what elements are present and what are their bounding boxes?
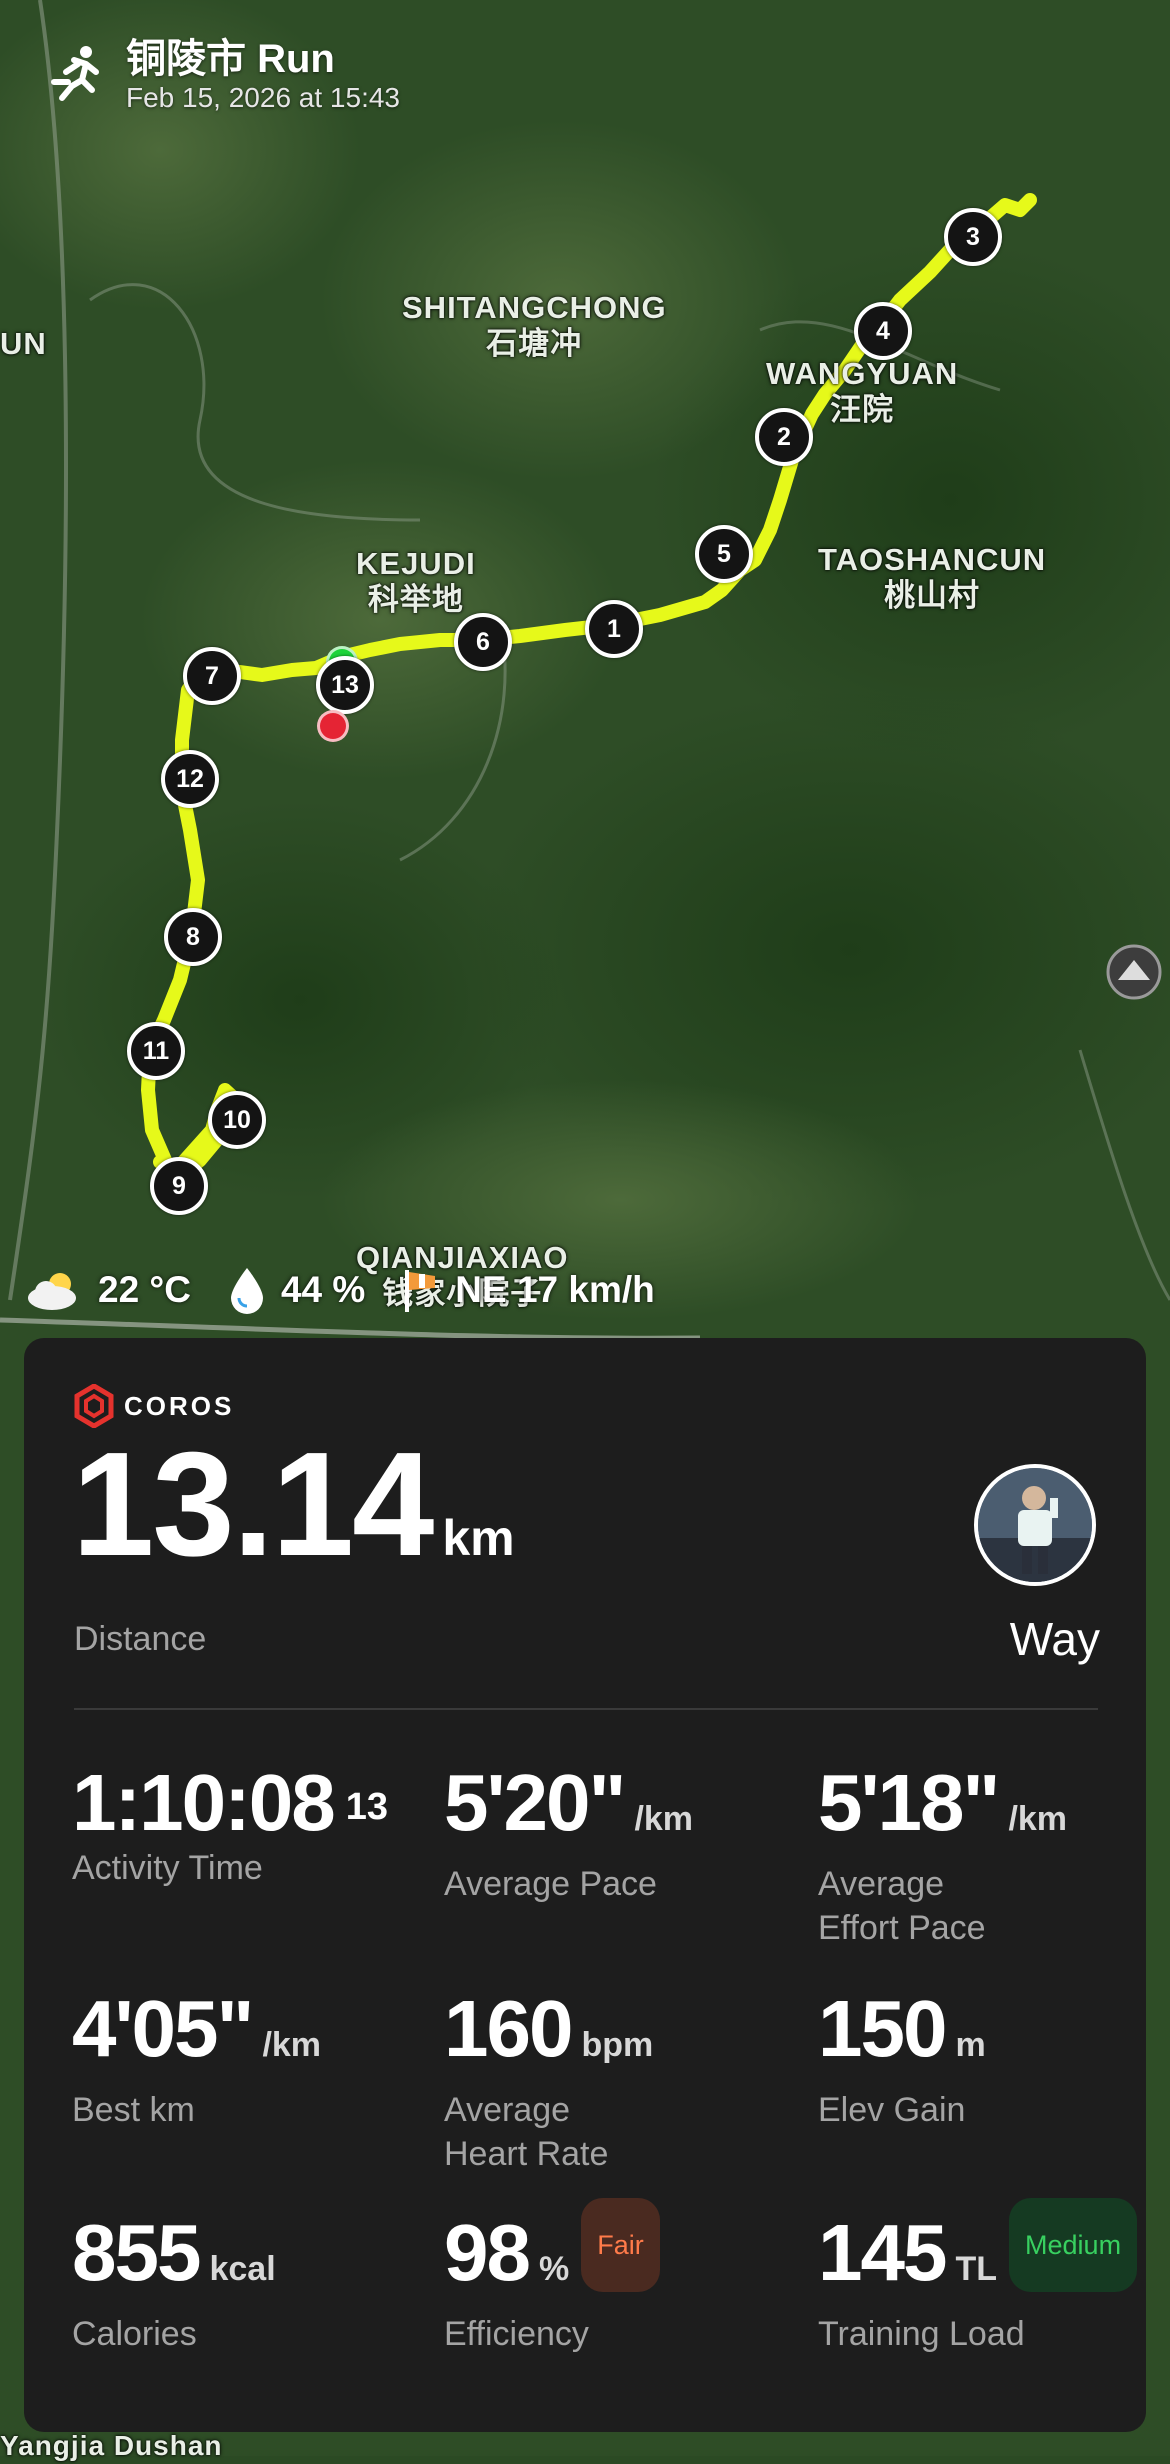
efficiency-badge: Fair bbox=[581, 2197, 660, 2292]
km-marker-1[interactable]: 1 bbox=[585, 600, 643, 658]
km-marker-13[interactable]: 13 bbox=[316, 656, 374, 714]
activity-time-label: Activity Time bbox=[72, 1849, 263, 1887]
map-label-taoshancun: TAOSHANCUN 桃山村 bbox=[818, 542, 1047, 613]
heart-rate-label: Average Heart Rate bbox=[444, 2091, 609, 2173]
weather-bar: 22 °C 44 % NE 17 km/h bbox=[24, 1262, 691, 1318]
stat-heart-rate: 160 bpm Average Heart Rate bbox=[444, 1986, 804, 2176]
effort-pace-label: Average Effort Pace bbox=[818, 1865, 986, 1947]
km-marker-3[interactable]: 3 bbox=[944, 208, 1002, 266]
stat-best-km: 4'05"/km Best km bbox=[72, 1986, 432, 2132]
activity-summary-card: COROS 13.14 km Distance Way 1:10:08 13 Act… bbox=[24, 1338, 1146, 2432]
stat-average-pace: 5'20"/km Average Pace bbox=[444, 1760, 804, 1906]
distance-number: 13.14 bbox=[72, 1422, 434, 1587]
brand-text: COROS bbox=[124, 1390, 235, 1421]
wind-flag-icon bbox=[405, 1270, 436, 1312]
average-pace-label: Average Pace bbox=[444, 1865, 657, 1903]
km-marker-5[interactable]: 5 bbox=[695, 525, 753, 583]
efficiency-unit: % bbox=[538, 2250, 570, 2288]
km-marker-12[interactable]: 12 bbox=[161, 750, 219, 808]
elev-gain-unit: m bbox=[955, 2026, 986, 2064]
wind-group: NE 17 km/h bbox=[401, 1266, 655, 1314]
stat-training-load: 145 TL Medium Training Load bbox=[818, 2197, 1170, 2356]
stat-calories: 855 kcal Calories bbox=[72, 2210, 432, 2356]
user-name[interactable]: Way bbox=[1010, 1612, 1100, 1666]
best-km-unit: /km bbox=[262, 2026, 322, 2064]
training-load-unit: TL bbox=[955, 2250, 998, 2288]
calories-unit: kcal bbox=[209, 2250, 276, 2288]
average-pace-unit: /km bbox=[634, 1800, 694, 1838]
humidity-drop-icon bbox=[230, 1268, 263, 1314]
map-label-yangjia: Yangjia Dushan bbox=[0, 2430, 223, 2461]
average-pace-value: 5'20" bbox=[444, 1758, 626, 1847]
km-marker-6[interactable]: 6 bbox=[454, 613, 512, 671]
temperature-value: 22 °C bbox=[98, 1269, 191, 1310]
distance-label: Distance bbox=[74, 1620, 207, 1658]
effort-pace-value: 5'18" bbox=[818, 1758, 1000, 1847]
best-km-label: Best km bbox=[72, 2091, 195, 2129]
km-marker-8[interactable]: 8 bbox=[164, 908, 222, 966]
activity-datetime: Feb 15, 2026 at 15:43 bbox=[126, 82, 400, 113]
efficiency-value: 98 bbox=[444, 2208, 531, 2297]
heart-rate-unit: bpm bbox=[581, 2026, 654, 2064]
elev-gain-value: 150 bbox=[818, 1984, 947, 2073]
best-km-value: 4'05" bbox=[72, 1984, 254, 2073]
km-marker-9[interactable]: 9 bbox=[150, 1157, 208, 1215]
activity-time-value: 1:10:08 bbox=[72, 1758, 336, 1847]
activity-time-centis: 13 bbox=[345, 1786, 389, 1828]
calories-value: 855 bbox=[72, 2208, 201, 2297]
temperature-group: 22 °C bbox=[24, 1268, 191, 1312]
running-person-icon bbox=[51, 46, 99, 101]
heart-rate-value: 160 bbox=[444, 1984, 573, 2073]
map-label-kejudi: KEJUDI 科举地 bbox=[356, 546, 476, 617]
activity-title: 铜陵市 Run bbox=[126, 37, 335, 81]
stat-effort-pace: 5'18"/km Average Effort Pace bbox=[818, 1760, 1170, 1950]
distance-unit: km bbox=[442, 1510, 515, 1566]
km-marker-7[interactable]: 7 bbox=[183, 647, 241, 705]
humidity-value: 44 % bbox=[280, 1269, 366, 1310]
km-marker-4[interactable]: 4 bbox=[854, 302, 912, 360]
map-label-edge-west: UN bbox=[0, 326, 47, 361]
km-marker-2[interactable]: 2 bbox=[755, 408, 813, 466]
mountain-poi-icon[interactable] bbox=[1106, 944, 1162, 1000]
humidity-group: 44 % bbox=[227, 1266, 365, 1314]
stat-elev-gain: 150 m Elev Gain bbox=[818, 1986, 1170, 2132]
divider bbox=[74, 1708, 1098, 1710]
distance-value: 13.14 km bbox=[72, 1430, 515, 1613]
user-photo bbox=[978, 1468, 1092, 1582]
training-load-badge: Medium bbox=[1009, 2197, 1138, 2292]
effort-pace-unit: /km bbox=[1008, 1800, 1068, 1838]
training-load-label: Training Load bbox=[818, 2315, 1025, 2353]
avatar[interactable] bbox=[974, 1464, 1096, 1586]
calories-label: Calories bbox=[72, 2315, 197, 2353]
km-marker-11[interactable]: 11 bbox=[127, 1022, 185, 1080]
stat-activity-time: 1:10:08 13 Activity Time bbox=[72, 1760, 432, 1890]
wind-value: NE 17 km/h bbox=[455, 1269, 655, 1310]
map-label-shitangchong: SHITANGCHONG 石塘冲 bbox=[402, 290, 667, 361]
partly-cloudy-icon bbox=[28, 1273, 76, 1310]
end-point bbox=[317, 710, 349, 742]
efficiency-label: Efficiency bbox=[444, 2315, 589, 2353]
elev-gain-label: Elev Gain bbox=[818, 2091, 966, 2129]
stat-efficiency: 98 % Fair Efficiency bbox=[444, 2197, 804, 2356]
training-load-value: 145 bbox=[818, 2208, 947, 2297]
km-marker-10[interactable]: 10 bbox=[208, 1091, 266, 1149]
